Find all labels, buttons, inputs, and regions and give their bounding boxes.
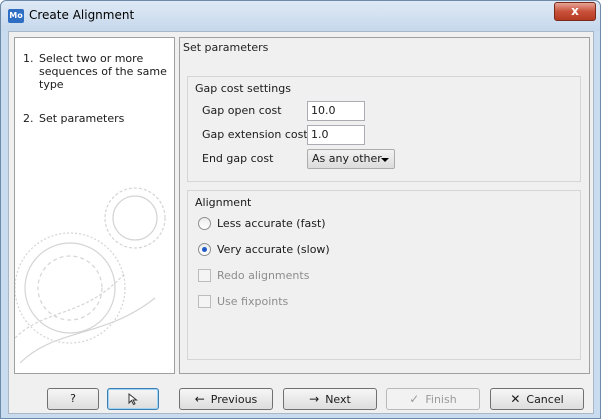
reset-cursor-icon [128,392,138,406]
title-bar: Mo Create Alignment x [1,1,600,31]
gap-extension-label: Gap extension cost [202,128,308,141]
cancel-label: Cancel [526,393,564,406]
previous-label: Previous [210,393,258,406]
gap-extension-input[interactable]: 1.0 [307,125,365,145]
gap-cost-title: Gap cost settings [195,82,291,95]
step-1-label: Select two or more sequences of the same… [39,52,167,91]
panel-heading: Set parameters [183,41,269,54]
alignment-title: Alignment [195,196,252,209]
x-icon: ✕ [510,392,521,406]
next-label: Next [325,393,351,406]
gap-open-label: Gap open cost [202,104,282,117]
very-accurate-radio[interactable] [198,243,211,256]
parameters-panel: Set parameters Gap cost settings Gap ope… [179,37,590,374]
step-2-label: Set parameters [39,112,125,125]
decorative-logo-swirl [15,187,166,364]
redo-alignments-label: Redo alignments [217,269,310,282]
gap-open-input[interactable]: 10.0 [307,101,365,121]
left-arrow-icon: ← [194,392,205,406]
redo-alignments-checkbox[interactable] [198,269,211,282]
end-gap-selected-value: As any other [312,152,382,165]
window-title: Create Alignment [29,8,135,22]
end-gap-select[interactable]: As any other [307,149,395,169]
checkmark-icon: ✓ [409,392,420,406]
cancel-button[interactable]: ✕ Cancel [490,388,584,410]
alignment-group: Alignment Less accurate (fast) Very accu… [187,190,581,360]
finish-button[interactable]: ✓ Finish [386,388,480,410]
gap-cost-group: Gap cost settings Gap open cost 10.0 Gap… [187,76,581,182]
chevron-down-icon [381,158,389,162]
wizard-steps-panel: 1. Select two or more sequences of the s… [14,37,175,374]
app-icon: Mo [8,9,24,23]
use-fixpoints-label: Use fixpoints [217,295,289,308]
finish-label: Finish [425,393,457,406]
close-button[interactable]: x [554,2,596,21]
step-1-number: 1. [23,52,34,65]
less-accurate-radio[interactable] [198,217,211,230]
dialog-window: Mo Create Alignment x 1. Select two or m… [0,0,601,419]
previous-button[interactable]: ← Previous [179,388,273,410]
step-2-number: 2. [23,112,34,125]
right-arrow-icon: → [309,392,320,406]
less-accurate-label: Less accurate (fast) [217,217,326,230]
use-fixpoints-checkbox[interactable] [198,295,211,308]
next-button[interactable]: → Next [283,388,377,410]
reset-button[interactable] [107,388,159,410]
very-accurate-label: Very accurate (slow) [217,243,330,256]
dialog-client-area: 1. Select two or more sequences of the s… [8,31,594,414]
end-gap-label: End gap cost [202,152,274,165]
help-button[interactable]: ? [47,388,99,410]
